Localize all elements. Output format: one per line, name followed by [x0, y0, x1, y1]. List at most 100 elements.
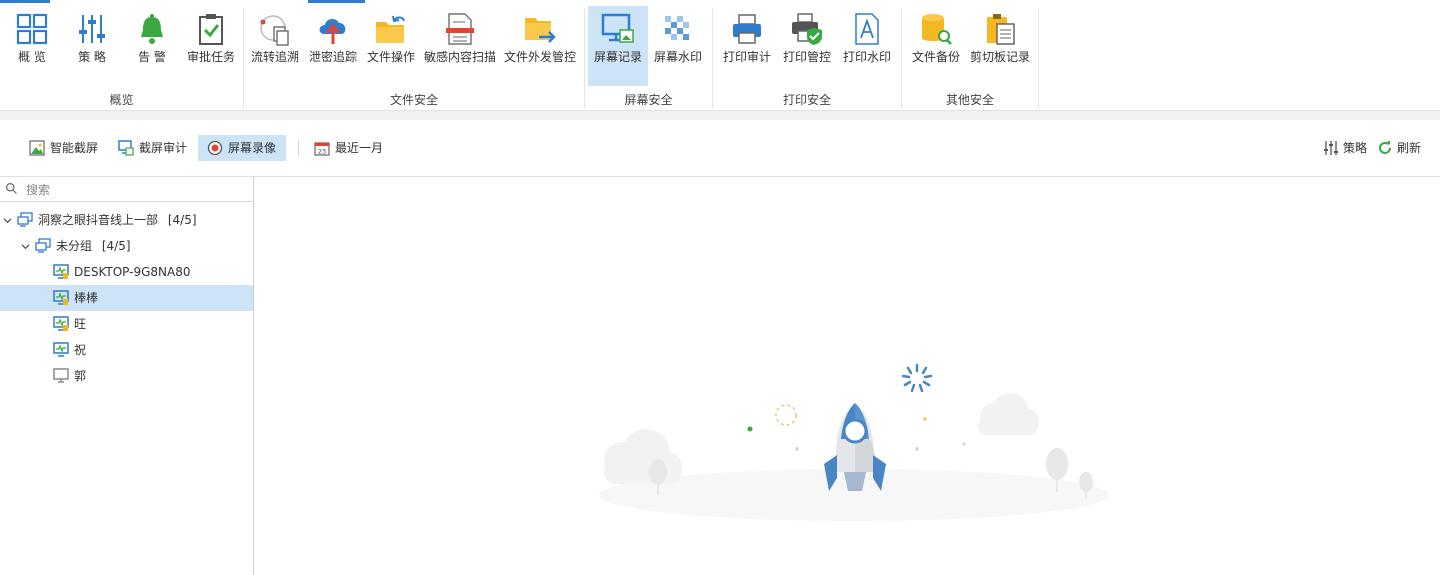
file-outbound-control-button-label: 文件外发管控 [503, 50, 576, 64]
device-name: 祝 [74, 343, 87, 357]
tree-root-label: 洞察之眼抖音线上一部 [38, 213, 159, 227]
approval-tasks-button[interactable]: 审批任务 [183, 6, 239, 86]
tree-device-node[interactable]: 旺 [0, 311, 253, 337]
ribbon-group-overview: 概 览 策 略 告 警 审批任务 概览 [0, 6, 243, 110]
policy-toolbar-label: 策略 [1343, 141, 1368, 155]
capture-audit-label: 截屏审计 [139, 141, 188, 155]
ribbon-group-screen-security: 屏幕记录 屏幕水印 屏幕安全 [585, 6, 712, 110]
online-computer-icon [53, 342, 69, 357]
file-backup-button-label: 文件备份 [911, 50, 960, 64]
device-name: 旺 [74, 317, 87, 331]
ribbon-bottom-strip [0, 111, 1440, 120]
alarm-button[interactable]: 告 警 [126, 6, 178, 86]
computer-group-icon [17, 212, 33, 227]
smart-capture-button[interactable]: 智能截屏 [20, 135, 108, 161]
document-scan-icon [446, 13, 474, 45]
policy-sliders-icon [1324, 141, 1338, 155]
screen-watermark-button[interactable]: 屏幕水印 [650, 6, 706, 86]
search-box [0, 177, 253, 202]
file-operation-button[interactable]: 文件操作 [364, 6, 418, 86]
capture-audit-button[interactable]: 截屏审计 [109, 135, 197, 161]
file-operation-button-label: 文件操作 [366, 50, 415, 64]
computer-group-icon [35, 238, 51, 253]
watermark-checker-icon [665, 16, 689, 40]
main-content-area [254, 177, 1440, 575]
ribbon-group-label-other-security: 其他安全 [945, 93, 994, 107]
clipboard-icon [987, 14, 1015, 45]
refresh-button[interactable]: 刷新 [1377, 135, 1421, 161]
record-icon [207, 140, 223, 156]
printer-shield-icon [792, 13, 822, 45]
clipboard-record-button-label: 剪切板记录 [969, 50, 1030, 64]
tree-device-node[interactable]: DESKTOP-9G8NA80 [0, 259, 253, 285]
ribbon-accent-bar-left [0, 0, 50, 3]
svg-text:23: 23 [318, 148, 326, 156]
clipboard-record-button[interactable]: 剪切板记录 [968, 6, 1032, 86]
ribbon-accent-bar-active [308, 0, 365, 3]
tree-group-node[interactable]: 未分组 [4/5] [0, 233, 253, 259]
folder-send-icon [525, 18, 556, 43]
ribbon-group-label-print-security: 打印安全 [782, 93, 831, 107]
time-range-button[interactable]: 23 最近一月 [305, 135, 393, 161]
offline-computer-icon [53, 368, 69, 383]
leak-tracking-button-label: 泄密追踪 [308, 50, 357, 64]
online-computer-icon [53, 316, 69, 331]
tree-device-node[interactable]: 棒棒 [0, 285, 253, 311]
tree-device-node[interactable]: 祝 [0, 337, 253, 363]
refresh-label: 刷新 [1397, 141, 1422, 155]
ribbon-group-label-screen-security: 屏幕安全 [624, 93, 673, 107]
tree-group-label: 未分组 [56, 239, 93, 253]
printer-icon [733, 14, 761, 44]
tree-device-node[interactable]: 郭 [0, 363, 253, 389]
calendar-icon: 23 [314, 142, 330, 156]
image-icon [29, 140, 45, 156]
file-trace-button[interactable]: 流转追溯 [248, 6, 302, 86]
chevron-down-icon[interactable] [21, 242, 30, 251]
time-range-label: 最近一月 [335, 141, 384, 155]
file-backup-button[interactable]: 文件备份 [906, 6, 966, 86]
search-input[interactable] [24, 180, 248, 200]
file-trace-icon [260, 15, 289, 46]
ribbon-toolbar: 概 览 策 略 告 警 审批任务 概览 流转追溯 泄密追踪 文件操作 敏感内容扫… [0, 0, 1440, 111]
overview-grid-icon [16, 13, 48, 45]
print-audit-button-label: 打印审计 [722, 50, 771, 64]
overview-button-label: 概 览 [18, 50, 46, 64]
device-name: DESKTOP-9G8NA80 [74, 265, 191, 279]
monitor-record-icon [601, 13, 634, 43]
policy-sliders-icon [79, 15, 105, 43]
device-tree-sidebar: 洞察之眼抖音线上一部 [4/5] 未分组 [4/5] DESKTOP-9G8NA… [0, 177, 254, 575]
chevron-down-icon[interactable] [3, 216, 12, 225]
approval-tasks-button-label: 审批任务 [186, 50, 235, 64]
print-audit-button[interactable]: 打印审计 [719, 6, 775, 86]
print-control-button[interactable]: 打印管控 [779, 6, 835, 86]
online-computer-icon [53, 290, 69, 305]
policy-button-label: 策 略 [78, 50, 106, 64]
print-watermark-button[interactable]: 打印水印 [839, 6, 895, 86]
policy-button[interactable]: 策 略 [66, 6, 118, 86]
tree-root-node[interactable]: 洞察之眼抖音线上一部 [4/5] [0, 207, 253, 233]
print-control-button-label: 打印管控 [782, 50, 831, 64]
tree-group-count: [4/5] [101, 239, 131, 253]
ribbon-group-label-file-security: 文件安全 [389, 93, 438, 107]
folder-operation-icon [376, 15, 405, 43]
overview-button[interactable]: 概 览 [6, 6, 58, 86]
file-outbound-control-button[interactable]: 文件外发管控 [502, 6, 578, 86]
screen-record-button[interactable]: 屏幕记录 [588, 6, 648, 86]
ribbon-group-label-overview: 概览 [109, 93, 134, 107]
rocket-loading-illustration [599, 363, 1109, 521]
device-name: 棒棒 [74, 291, 99, 305]
sensitive-scan-button-label: 敏感内容扫描 [423, 50, 496, 64]
sensitive-scan-button[interactable]: 敏感内容扫描 [422, 6, 498, 86]
online-computer-icon [53, 264, 69, 279]
approval-clipboard-icon [199, 14, 223, 45]
ribbon-group-file-security: 流转追溯 泄密追踪 文件操作 敏感内容扫描 文件外发管控 文件安全 [244, 6, 584, 110]
screen-recording-label: 屏幕录像 [228, 141, 277, 155]
leak-tracking-button[interactable]: 泄密追踪 [306, 6, 360, 86]
document-a-icon [855, 13, 879, 45]
ribbon-group-print-security: 打印审计 打印管控 打印水印 打印安全 [713, 6, 901, 110]
tree-root-count: [4/5] [167, 213, 197, 227]
policy-toolbar-button[interactable]: 策略 [1323, 135, 1367, 161]
alarm-bell-icon [141, 14, 163, 44]
screen-recording-button[interactable]: 屏幕录像 [198, 135, 287, 161]
toolbar-separator [298, 140, 299, 156]
